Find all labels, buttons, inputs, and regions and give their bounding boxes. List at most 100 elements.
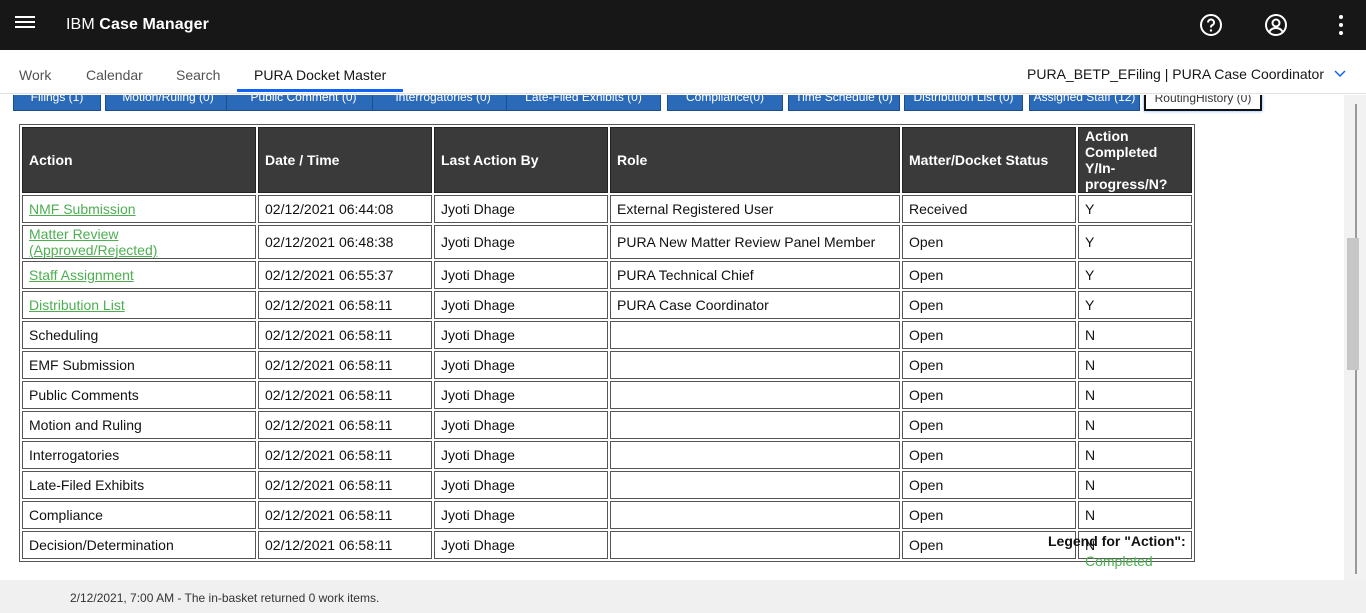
cell-role <box>610 351 900 379</box>
cell-datetime: 02/12/2021 06:58:11 <box>258 321 432 349</box>
subtab-time-schedule[interactable]: Time Schedule (0) <box>788 95 900 111</box>
cell-action-completed: Y <box>1078 225 1192 259</box>
table-row: Distribution List 02/12/2021 06:58:11 Jyot… <box>22 291 1192 319</box>
cell-datetime: 02/12/2021 06:44:08 <box>258 195 432 223</box>
cell-role <box>610 381 900 409</box>
cell-status: Open <box>902 381 1076 409</box>
column-header-action: Action <box>22 127 256 193</box>
help-icon[interactable] <box>1199 13 1223 37</box>
role-selector[interactable]: PURA_BETP_EFiling | PURA Case Coordinato… <box>1027 66 1346 82</box>
cell-datetime: 02/12/2021 06:55:37 <box>258 261 432 289</box>
cell-action[interactable]: NMF Submission <box>22 195 256 223</box>
cell-last-action-by: Jyoti Dhage <box>434 291 608 319</box>
top-header-bar: IBM Case Manager <box>0 0 1366 50</box>
cell-action-completed: N <box>1078 351 1192 379</box>
cell-action: Late-Filed Exhibits <box>22 471 256 499</box>
subtab-compliance[interactable]: Compliance(0) <box>667 95 783 111</box>
subtab-interrogatories[interactable]: Interrogatories (0) <box>372 95 514 111</box>
cell-last-action-by: Jyoti Dhage <box>434 321 608 349</box>
cell-last-action-by: Jyoti Dhage <box>434 531 608 559</box>
table-body: NMF Submission 02/12/2021 06:44:08 Jyoti D… <box>22 195 1192 559</box>
table-header-row: Action Date / Time Last Action By Role M… <box>22 127 1192 193</box>
subtab-distribution-list[interactable]: Distribution List (0) <box>904 95 1023 111</box>
subtab-routing-history[interactable]: RoutingHistory (0) <box>1144 95 1262 111</box>
status-message: 2/12/2021, 7:00 AM - The in-basket retur… <box>70 591 380 605</box>
table-row: NMF Submission 02/12/2021 06:44:08 Jyoti D… <box>22 195 1192 223</box>
cell-action: EMF Submission <box>22 351 256 379</box>
cell-datetime: 02/12/2021 06:58:11 <box>258 351 432 379</box>
table-row: Staff Assignment 02/12/2021 06:55:37 Jyoti… <box>22 261 1192 289</box>
cell-action: Scheduling <box>22 321 256 349</box>
table-row: Scheduling 02/12/2021 06:58:11 Jyoti Dhage… <box>22 321 1192 349</box>
role-selector-label: PURA_BETP_EFiling | PURA Case Coordinato… <box>1027 66 1324 82</box>
cell-role <box>610 441 900 469</box>
cell-last-action-by: Jyoti Dhage <box>434 471 608 499</box>
subtab-motion-ruling[interactable]: Motion/Ruling (0) <box>105 95 231 111</box>
cell-action[interactable]: Distribution List <box>22 291 256 319</box>
cell-action: Public Comments <box>22 381 256 409</box>
cell-role: PURA New Matter Review Panel Member <box>610 225 900 259</box>
cell-last-action-by: Jyoti Dhage <box>434 441 608 469</box>
cell-datetime: 02/12/2021 06:58:11 <box>258 531 432 559</box>
table-row: EMF Submission 02/12/2021 06:58:11 Jyoti D… <box>22 351 1192 379</box>
cell-status: Open <box>902 351 1076 379</box>
cell-datetime: 02/12/2021 06:58:11 <box>258 501 432 529</box>
cell-role <box>610 501 900 529</box>
overflow-menu-icon[interactable] <box>1329 13 1353 37</box>
main-tabs: Work Calendar Search PURA Docket Master … <box>0 50 1366 94</box>
cell-last-action-by: Jyoti Dhage <box>434 225 608 259</box>
cell-role: PURA Technical Chief <box>610 261 900 289</box>
cell-status: Open <box>902 225 1076 259</box>
app-title: IBM Case Manager <box>66 16 209 34</box>
cell-action-completed: N <box>1078 411 1192 439</box>
table-row: Matter Review (Approved/Rejected) 02/12/2… <box>22 225 1192 259</box>
tab-search[interactable]: Search <box>176 67 220 83</box>
cell-role <box>610 321 900 349</box>
cell-action: Interrogatories <box>22 441 256 469</box>
column-header-datetime: Date / Time <box>258 127 432 193</box>
app-title-prefix: IBM <box>66 16 95 33</box>
cell-action-completed: Y <box>1078 291 1192 319</box>
cell-action[interactable]: Matter Review (Approved/Rejected) <box>22 225 256 259</box>
legend-title: Legend for "Action": <box>1048 533 1186 549</box>
cell-action-completed: N <box>1078 441 1192 469</box>
tab-calendar[interactable]: Calendar <box>86 67 143 83</box>
cell-status: Open <box>902 441 1076 469</box>
column-header-last-action-by: Last Action By <box>434 127 608 193</box>
cell-action: Motion and Ruling <box>22 411 256 439</box>
tab-pura-docket-master[interactable]: PURA Docket Master <box>254 67 386 83</box>
cell-role: External Registered User <box>610 195 900 223</box>
subtab-late-filed-exhibits[interactable]: Late-Filed Exhibits (0) <box>506 95 661 111</box>
cell-status: Open <box>902 291 1076 319</box>
subtab-assigned-staff[interactable]: Assigned Staff (12) <box>1029 95 1140 111</box>
table-row: Compliance 02/12/2021 06:58:11 Jyoti Dhage… <box>22 501 1192 529</box>
tab-work[interactable]: Work <box>19 67 51 83</box>
column-header-action-completed-line2: Y/In-progress/N? <box>1085 160 1168 192</box>
subtab-public-comment[interactable]: Public Comment (0) <box>226 95 381 111</box>
cell-last-action-by: Jyoti Dhage <box>434 351 608 379</box>
table-row: Interrogatories 02/12/2021 06:58:11 Jyoti … <box>22 441 1192 469</box>
table-row: Public Comments 02/12/2021 06:58:11 Jyoti … <box>22 381 1192 409</box>
action-link[interactable]: Staff Assignment <box>29 267 134 283</box>
cell-last-action-by: Jyoti Dhage <box>434 501 608 529</box>
cell-datetime: 02/12/2021 06:58:11 <box>258 471 432 499</box>
user-profile-icon[interactable] <box>1264 13 1288 37</box>
cell-last-action-by: Jyoti Dhage <box>434 411 608 439</box>
table-row: Decision/Determination 02/12/2021 06:58:1… <box>22 531 1192 559</box>
action-link[interactable]: Distribution List <box>29 297 125 313</box>
action-link[interactable]: Matter Review (Approved/Rejected) <box>29 226 157 258</box>
subtab-filings[interactable]: Filings (1) <box>13 95 101 111</box>
cell-action-completed: N <box>1078 471 1192 499</box>
routing-history-table: Action Date / Time Last Action By Role M… <box>19 124 1195 562</box>
scrollbar-thumb[interactable] <box>1347 238 1359 370</box>
action-link[interactable]: NMF Submission <box>29 201 136 217</box>
legend-completed: Completed <box>1085 553 1153 569</box>
cell-action[interactable]: Staff Assignment <box>22 261 256 289</box>
cell-status: Open <box>902 411 1076 439</box>
active-tab-indicator <box>237 89 403 92</box>
hamburger-menu-icon[interactable] <box>15 16 35 32</box>
cell-action-completed: N <box>1078 501 1192 529</box>
cell-action-completed: N <box>1078 381 1192 409</box>
cell-role <box>610 411 900 439</box>
cell-action-completed: Y <box>1078 261 1192 289</box>
